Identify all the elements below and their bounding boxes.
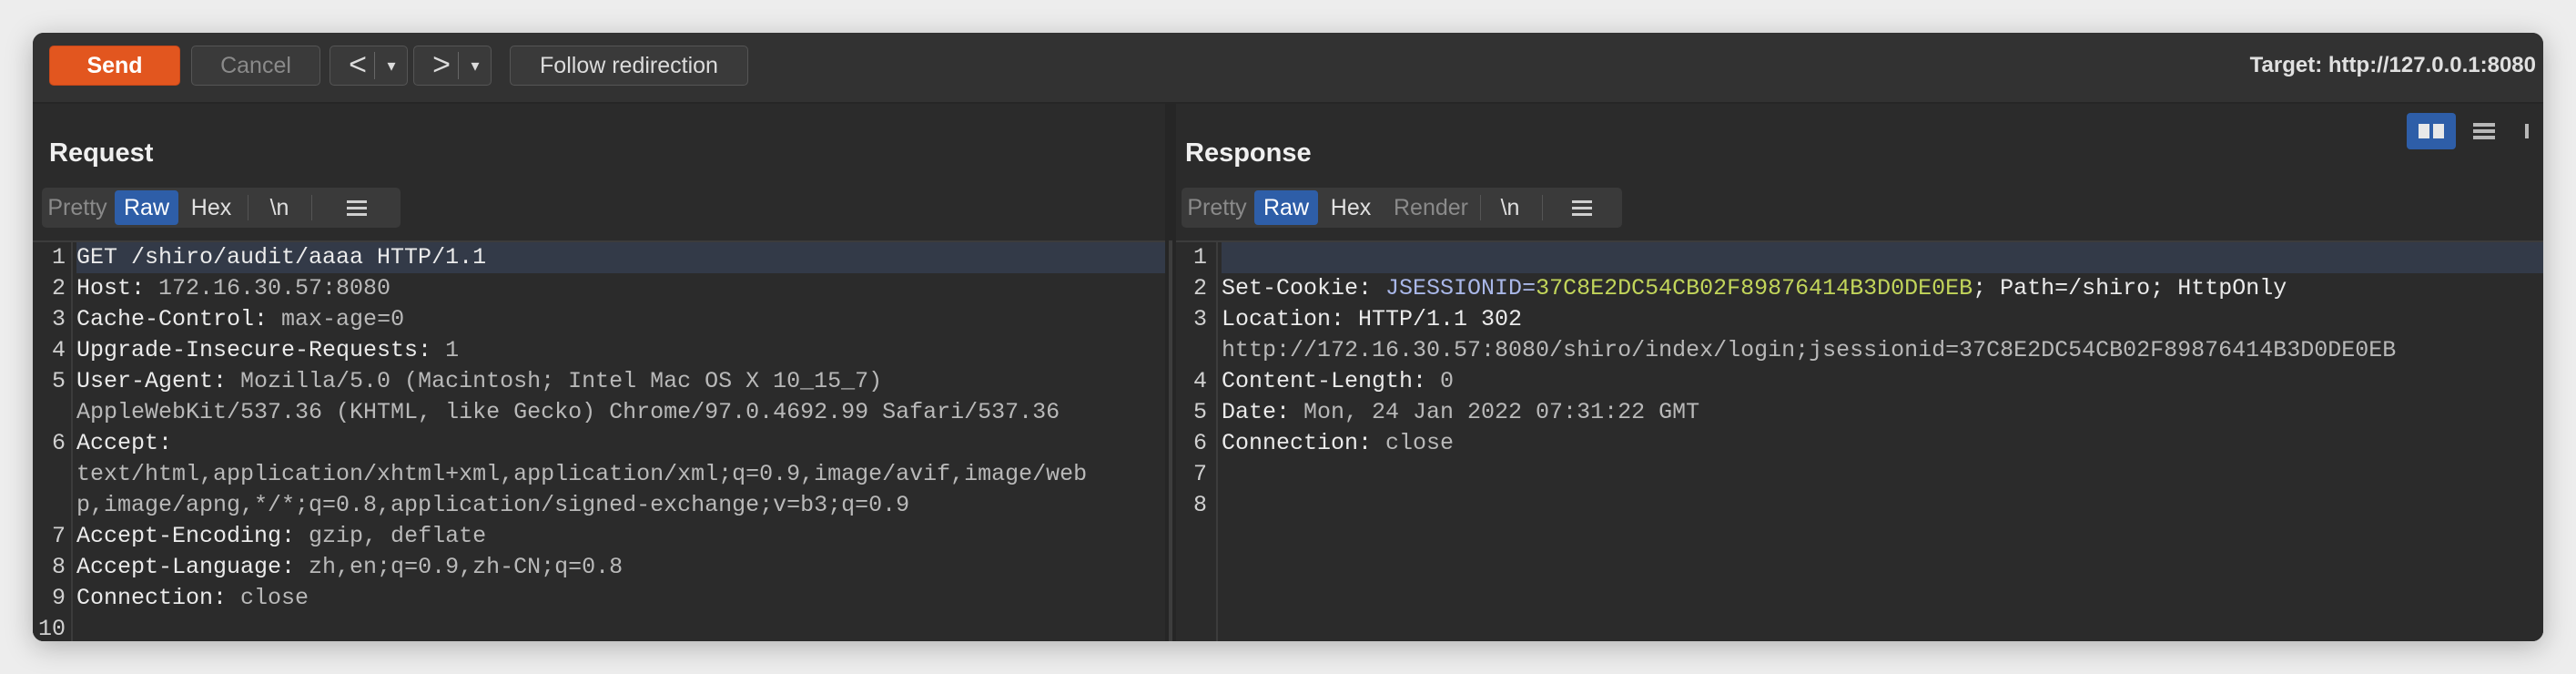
line-number: 10 (37, 616, 66, 641)
line-number: 5 (51, 368, 66, 394)
line-number: 2 (1192, 275, 1207, 301)
tab-raw[interactable]: Raw (115, 190, 178, 225)
request-pane: Request Pretty Raw Hex \n 1 2 3 4 5 6 7 8 9 10 GE… (33, 104, 1165, 641)
request-title: Request (49, 138, 154, 168)
back-button[interactable]: < ▾ (330, 46, 408, 86)
tab-pretty[interactable]: Pretty (46, 190, 109, 225)
response-code[interactable]: HTTP/1.1 302 Set-Cookie: JSESSIONID=37C8… (1222, 242, 2543, 521)
repeater-window: Send Cancel < ▾ > ▾ Follow redirection T… (33, 33, 2543, 641)
code-line: User-Agent: Mozilla/5.0 (Macintosh; Inte… (76, 368, 883, 394)
response-tabs: Pretty Raw Hex Render \n (1182, 188, 1622, 228)
dropdown-arrow-icon[interactable]: ▾ (378, 46, 405, 85)
dropdown-arrow-icon[interactable]: ▾ (461, 46, 489, 85)
response-pane: Response Pretty Raw Hex Render \n 1 2 3 4 5 6… (1176, 104, 2543, 641)
tab-hex[interactable]: Hex (182, 190, 240, 225)
forward-button[interactable]: > ▾ (413, 46, 492, 86)
line-number: 7 (1192, 461, 1207, 487)
code-line: Accept-Language: zh,en;q=0.9,zh-CN;q=0.8 (76, 554, 624, 580)
target-label[interactable]: Target: http://127.0.0.1:8080 (2250, 46, 2536, 86)
code-line: Date: Mon, 24 Jan 2022 07:31:22 GMT (1222, 399, 1700, 425)
chevron-right-icon: > (432, 47, 451, 82)
tab-render[interactable]: Render (1387, 190, 1475, 225)
tab-pretty[interactable]: Pretty (1185, 190, 1249, 225)
layout-rows-icon[interactable] (2459, 113, 2509, 149)
menu-icon[interactable] (335, 190, 379, 225)
divider (1542, 195, 1543, 220)
line-number: 2 (51, 275, 66, 301)
response-title: Response (1185, 138, 1312, 168)
code-line: GET /shiro/audit/aaaa HTTP/1.1 (76, 242, 1165, 273)
send-button[interactable]: Send (49, 46, 180, 86)
divider (311, 195, 312, 220)
layout-toggle-group (2407, 113, 2543, 149)
response-editor[interactable]: 1 2 3 4 5 6 7 8 HTTP/1.1 302 Set-Cookie: JSESSI… (1176, 240, 2543, 641)
status-line: HTTP/1.1 302 (1358, 306, 1523, 332)
line-number: 3 (1192, 306, 1207, 332)
code-line: p,image/apng,*/*;q=0.8,application/signe… (76, 492, 910, 518)
line-number: 4 (51, 337, 66, 363)
code-line: Host: 172.16.30.57:8080 (76, 275, 391, 301)
line-number: 1 (51, 244, 66, 271)
layout-split-icon[interactable] (2407, 113, 2456, 149)
line-number: 1 (1192, 244, 1207, 271)
code-line: Connection: close (1222, 430, 1455, 456)
code-line: AppleWebKit/537.36 (KHTML, like Gecko) C… (76, 399, 1060, 425)
line-number: 6 (1192, 430, 1207, 456)
line-number: 8 (1192, 492, 1207, 518)
line-number: 4 (1192, 368, 1207, 394)
line-number: 7 (51, 523, 66, 549)
line-number: 6 (51, 430, 66, 456)
line-number: 9 (51, 585, 66, 611)
cookie-value: 37C8E2DC54CB02F89876414B3D0DE0EB (1536, 275, 1973, 301)
code-line: Content-Length: 0 (1222, 368, 1455, 394)
divider (374, 52, 375, 79)
line-number: 8 (51, 554, 66, 580)
pane-splitter[interactable] (1165, 104, 1176, 641)
cancel-button[interactable]: Cancel (191, 46, 320, 86)
layout-single-icon[interactable] (2512, 113, 2543, 149)
divider (458, 52, 459, 79)
cookie-name: JSESSIONID (1385, 275, 1523, 301)
chevron-left-icon: < (349, 47, 367, 82)
code-line: HTTP/1.1 302 (1222, 242, 2543, 332)
follow-redirection-button[interactable]: Follow redirection (510, 46, 748, 86)
request-tabs: Pretty Raw Hex \n (42, 188, 401, 228)
code-line: Set-Cookie: JSESSIONID=37C8E2DC54CB02F89… (1222, 275, 2287, 301)
code-line: Upgrade-Insecure-Requests: 1 (76, 337, 460, 363)
code-line: http://172.16.30.57:8080/shiro/index/log… (1222, 337, 2397, 363)
code-line: Accept: (76, 430, 173, 456)
tab-newline[interactable]: \n (1486, 190, 1535, 225)
toolbar: Send Cancel < ▾ > ▾ Follow redirection T… (33, 33, 2543, 104)
code-line: Cache-Control: max-age=0 (76, 306, 405, 332)
line-number: 5 (1192, 399, 1207, 425)
line-number: 3 (51, 306, 66, 332)
code-line: Location: (1222, 306, 1345, 332)
code-line: Connection: close (76, 585, 309, 611)
code-line: text/html,application/xhtml+xml,applicat… (76, 461, 1088, 487)
tab-newline[interactable]: \n (255, 190, 304, 225)
divider (1480, 195, 1481, 220)
tab-raw[interactable]: Raw (1254, 190, 1318, 225)
code-line: Accept-Encoding: gzip, deflate (76, 523, 487, 549)
request-editor[interactable]: 1 2 3 4 5 6 7 8 9 10 GET /shiro/audit/aaaa HTTP/1… (33, 240, 1165, 641)
menu-icon[interactable] (1560, 190, 1604, 225)
tab-hex[interactable]: Hex (1322, 190, 1380, 225)
